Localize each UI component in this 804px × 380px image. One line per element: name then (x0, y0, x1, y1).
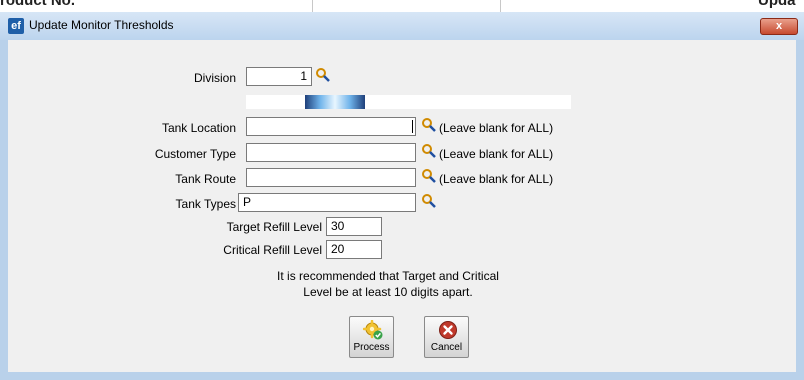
recommendation-note-line1: It is recommended that Target and Critic… (277, 269, 499, 283)
target-refill-label: Target Refill Level (226, 220, 322, 234)
tank-route-label: Tank Route (175, 172, 236, 186)
division-lookup-icon[interactable] (315, 67, 331, 83)
gear-check-icon (363, 320, 383, 340)
customer-type-lookup-icon[interactable] (421, 143, 437, 159)
background-divider (500, 0, 501, 12)
tank-types-input[interactable]: P (238, 193, 416, 212)
tank-route-hint: (Leave blank for ALL) (439, 172, 554, 186)
background-label-left: roduct No. (0, 0, 75, 9)
tank-location-label: Tank Location (161, 121, 236, 135)
background-label-right: Upda (758, 0, 796, 9)
app-icon: ef (8, 18, 24, 34)
division-label: Division (193, 71, 236, 85)
cancel-circle-icon (439, 321, 457, 339)
progress-indicator (246, 95, 571, 109)
close-button[interactable]: x (760, 18, 798, 35)
process-button-label: Process (353, 342, 390, 353)
customer-type-input[interactable] (246, 143, 416, 162)
process-button[interactable]: Process (349, 316, 394, 358)
customer-type-hint: (Leave blank for ALL) (439, 147, 554, 161)
customer-type-label: Customer Type (154, 147, 236, 161)
tank-location-lookup-icon[interactable] (421, 117, 437, 133)
title-bar[interactable]: ef Update Monitor Thresholds x (0, 12, 804, 40)
background-window-strip: roduct No. Upda (0, 0, 804, 12)
window-bottom-border (0, 372, 804, 380)
target-refill-input[interactable]: 30 (326, 217, 382, 236)
critical-refill-label: Critical Refill Level (223, 243, 322, 257)
cancel-button[interactable]: Cancel (424, 316, 469, 358)
progress-animation-block (304, 95, 365, 109)
cancel-button-label: Cancel (430, 342, 463, 353)
window-title: Update Monitor Thresholds (29, 18, 174, 32)
text-cursor (412, 120, 413, 133)
dialog-client-area: Division 1 Tank Location (Leave blank fo… (8, 40, 796, 372)
recommendation-note-line2: Level be at least 10 digits apart. (303, 285, 473, 299)
dialog-window: ef Update Monitor Thresholds x Division … (0, 12, 804, 380)
tank-location-input[interactable] (246, 117, 416, 136)
critical-refill-input[interactable]: 20 (326, 240, 382, 259)
tank-types-lookup-icon[interactable] (421, 193, 437, 209)
tank-route-input[interactable] (246, 168, 416, 187)
background-divider (312, 0, 313, 12)
tank-route-lookup-icon[interactable] (421, 168, 437, 184)
tank-location-hint: (Leave blank for ALL) (439, 121, 554, 135)
tank-types-label: Tank Types (175, 197, 236, 211)
division-input[interactable]: 1 (246, 67, 312, 86)
recommendation-note: It is recommended that Target and Critic… (238, 268, 538, 300)
